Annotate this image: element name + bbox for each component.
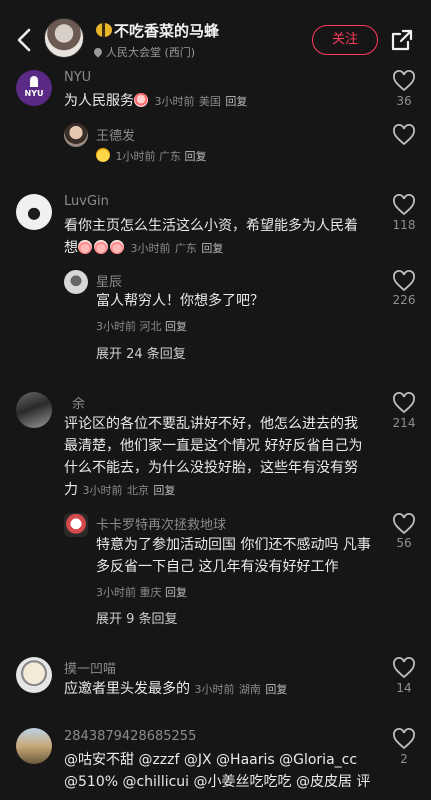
comment-text: 为人民服务 3小时前 美国 回复 [64, 93, 248, 109]
reply-button[interactable]: 回复 [265, 683, 287, 696]
avatar[interactable] [64, 123, 88, 147]
reply-button[interactable]: 回复 [225, 95, 247, 108]
comment-time: 3小时前 [130, 242, 171, 255]
like-count: 118 [392, 218, 416, 232]
emoji-icon [94, 240, 108, 254]
reply-button[interactable]: 回复 [165, 320, 187, 333]
top-bar: 不吃香菜的马蜂 人民大会堂 (西门) 关注 [0, 0, 431, 66]
comment-text-last: 力 3小时前 北京 回复 [64, 482, 176, 498]
reply-text: 特意为了参加活动回国 你们还不感动吗 凡事 [96, 537, 371, 553]
reply-meta: 3小时前 重庆 回复 [96, 586, 187, 599]
expand-replies-button[interactable]: 展开 24 条回复 [96, 343, 186, 362]
avatar[interactable] [64, 270, 88, 294]
reply-button[interactable]: 回复 [165, 586, 187, 599]
reply-username[interactable]: 王德发 [96, 125, 135, 144]
comment-text: 什么不能去，为什么没投好胎，这些年有没有努 [64, 460, 358, 476]
expand-replies-button[interactable]: 展开 9 条回复 [96, 608, 178, 627]
avatar[interactable] [16, 728, 52, 764]
like-count: 14 [396, 681, 412, 695]
comment-text: 最清楚，他们家一直是这个情况 好好反省自己为 [64, 438, 363, 454]
reply-text: 多反省一下自己 这几年有没有好好工作 [96, 559, 339, 575]
avatar-label: NYU [24, 89, 44, 98]
comment-username[interactable]: 余 [72, 393, 85, 412]
back-arrow-icon[interactable] [14, 26, 34, 54]
heart-outline-icon[interactable] [392, 270, 416, 292]
comment-username[interactable]: 2843879428685255 [64, 729, 196, 744]
comment-time: 3小时前 [82, 484, 123, 497]
reply-button[interactable]: 回复 [201, 242, 223, 255]
comment-region: 美国 [198, 95, 221, 108]
reply-meta: 3小时前 河北 回复 [96, 320, 187, 333]
comment-username[interactable]: NYU [64, 70, 91, 85]
comment-time: 3小时前 [194, 683, 235, 696]
comment-time: 3小时前 [154, 95, 195, 108]
avatar[interactable] [16, 194, 52, 230]
location-pin-icon [92, 46, 104, 58]
comment-text-line2: 想 3小时前 广东 回复 [64, 240, 224, 256]
avatar[interactable] [64, 513, 88, 537]
avatar[interactable] [16, 392, 52, 428]
bee-emoji-icon [96, 23, 112, 37]
torch-icon [30, 76, 38, 87]
like-count: 226 [392, 293, 416, 307]
comment-text: @咕安不甜 @zzzf @JX @Haaris @Gloria_cc [64, 752, 358, 768]
comment-username[interactable]: LuvGin [64, 194, 109, 209]
chick-emoji-icon [96, 148, 110, 162]
heart-outline-icon[interactable] [392, 124, 416, 146]
comment-username[interactable]: 摸一凹喵 [64, 658, 116, 677]
heart-outline-icon[interactable] [392, 513, 416, 535]
post-location[interactable]: 人民大会堂 (西门) [92, 44, 195, 60]
comment-text: 评论区的各位不要乱讲好不好，他怎么进去的我 [64, 416, 358, 432]
author-avatar[interactable] [44, 18, 84, 58]
avatar[interactable] [16, 657, 52, 693]
avatar[interactable]: NYU [16, 70, 52, 106]
comment-region: 北京 [126, 484, 149, 497]
reply-button[interactable]: 回复 [185, 150, 207, 163]
heart-outline-icon[interactable] [392, 728, 416, 750]
like-count: 214 [392, 416, 416, 430]
emoji-icon [110, 240, 124, 254]
comment-text: 应邀者里头发最多的 3小时前 湖南 回复 [64, 681, 288, 697]
comment-region: 广东 [174, 242, 197, 255]
follow-button[interactable]: 关注 [312, 25, 378, 55]
like-count: 56 [396, 536, 412, 550]
heart-outline-icon[interactable] [392, 70, 416, 92]
like-count: 2 [400, 752, 408, 766]
emoji-icon [78, 240, 92, 254]
comment-text: @510% @chillicui @小姜丝吃吃吃 @皮皮居 评 [64, 774, 371, 790]
heart-outline-icon[interactable] [392, 392, 416, 414]
comment-text: 看你主页怎么生活这么小资，希望能多为人民着 [64, 218, 358, 234]
reply-username[interactable]: 卡卡罗特再次拯救地球 [96, 514, 226, 533]
like-count: 36 [396, 94, 412, 108]
reply-meta: 1小时前 广东 回复 [96, 148, 207, 164]
reply-button[interactable]: 回复 [153, 484, 175, 497]
comment-region: 湖南 [238, 683, 261, 696]
share-icon[interactable] [390, 28, 414, 52]
emoji-icon [134, 93, 148, 107]
heart-outline-icon[interactable] [392, 194, 416, 216]
heart-outline-icon[interactable] [392, 657, 416, 679]
reply-text: 富人帮穷人！你想多了吧？ [96, 293, 264, 309]
reply-username[interactable]: 星辰 [96, 271, 122, 290]
author-name[interactable]: 不吃香菜的马蜂 [96, 20, 219, 41]
